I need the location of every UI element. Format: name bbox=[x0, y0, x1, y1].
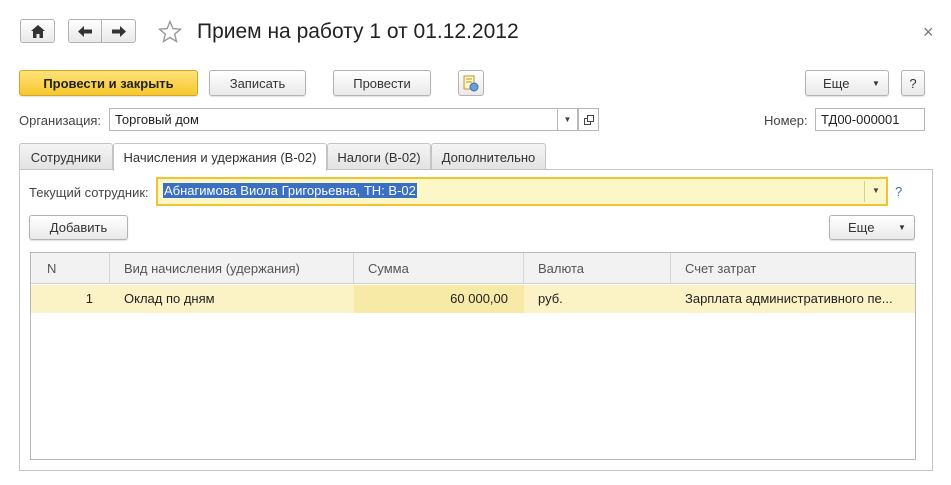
cell-type: Оклад по дням bbox=[124, 291, 215, 306]
more-label: Еще bbox=[848, 220, 875, 235]
close-icon[interactable]: × bbox=[923, 22, 934, 43]
number-field[interactable]: ТД00-000001 bbox=[815, 108, 925, 131]
column-header-type[interactable]: Вид начисления (удержания) bbox=[110, 253, 354, 284]
organization-label: Организация: bbox=[19, 113, 102, 128]
post-button[interactable]: Провести bbox=[333, 70, 431, 96]
column-header-amount[interactable]: Сумма bbox=[354, 253, 524, 284]
help-button[interactable]: ? bbox=[901, 70, 925, 96]
page-title: Прием на работу 1 от 01.12.2012 bbox=[197, 20, 519, 43]
cell-n: 1 bbox=[85, 291, 93, 306]
add-button[interactable]: Добавить bbox=[29, 215, 128, 240]
field-divider bbox=[864, 181, 865, 202]
arrow-left-icon bbox=[78, 25, 92, 37]
tab-employees[interactable]: Сотрудники bbox=[19, 143, 113, 170]
tab-additional[interactable]: Дополнительно bbox=[431, 143, 546, 170]
table-row[interactable]: 1 Оклад по дням 60 000,00 руб. Зарплата … bbox=[31, 285, 915, 313]
cell-amount: 60 000,00 bbox=[354, 285, 524, 313]
column-header-account[interactable]: Счет затрат bbox=[671, 253, 915, 284]
favorite-star-button[interactable] bbox=[157, 19, 183, 44]
help-link[interactable]: ? bbox=[895, 184, 902, 199]
current-employee-label: Текущий сотрудник: bbox=[29, 185, 149, 200]
table-header: N Вид начисления (удержания) Сумма Валют… bbox=[31, 253, 915, 284]
open-window-icon bbox=[583, 114, 594, 125]
triangle-down-icon: ▼ bbox=[898, 223, 906, 232]
organization-open-button[interactable] bbox=[578, 108, 599, 131]
more-label: Еще bbox=[823, 75, 850, 91]
tab-taxes[interactable]: Налоги (В-02) bbox=[327, 143, 431, 170]
current-employee-field[interactable]: Абнагимова Виола Григорьевна, ТН: В-02 ▼ bbox=[156, 177, 888, 206]
star-icon bbox=[157, 19, 183, 43]
home-button[interactable] bbox=[20, 19, 55, 43]
cell-currency: руб. bbox=[538, 291, 563, 306]
save-button[interactable]: Записать bbox=[209, 70, 306, 96]
current-employee-value: Абнагимова Виола Григорьевна, ТН: В-02 bbox=[163, 183, 417, 198]
arrow-right-icon bbox=[111, 25, 126, 37]
triangle-down-icon: ▼ bbox=[872, 79, 880, 88]
column-header-currency[interactable]: Валюта bbox=[524, 253, 671, 284]
home-icon bbox=[30, 24, 45, 38]
back-button[interactable] bbox=[68, 19, 102, 43]
cell-account: Зарплата административного пе... bbox=[685, 291, 893, 306]
organization-dropdown-button[interactable]: ▼ bbox=[557, 108, 578, 131]
forward-button[interactable] bbox=[101, 19, 136, 43]
number-label: Номер: bbox=[764, 113, 808, 128]
accruals-table[interactable]: N Вид начисления (удержания) Сумма Валют… bbox=[30, 252, 916, 460]
tab-accruals[interactable]: Начисления и удержания (В-02) bbox=[113, 143, 327, 171]
document-report-icon bbox=[463, 75, 479, 91]
post-and-close-button[interactable]: Провести и закрыть bbox=[19, 70, 198, 96]
triangle-down-icon[interactable]: ▼ bbox=[872, 186, 880, 195]
report-button[interactable] bbox=[458, 70, 484, 96]
more-button[interactable]: Еще ▼ bbox=[805, 70, 889, 96]
column-header-n[interactable]: N bbox=[31, 253, 110, 284]
organization-field[interactable]: Торговый дом bbox=[109, 108, 558, 131]
grid-more-button[interactable]: Еще ▼ bbox=[829, 215, 915, 240]
triangle-down-icon: ▼ bbox=[563, 115, 572, 124]
